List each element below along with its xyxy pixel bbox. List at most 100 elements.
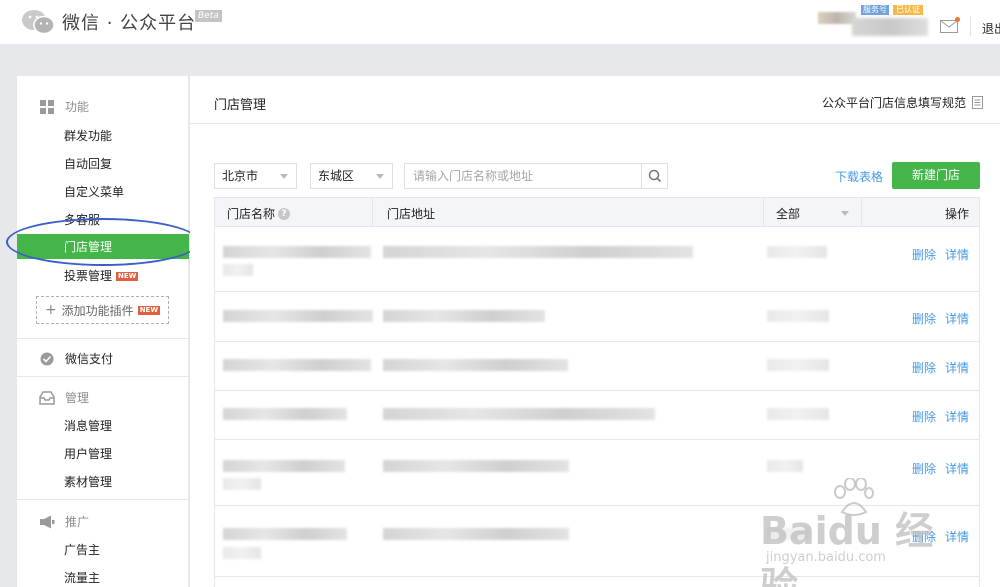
store-name-cell — [223, 460, 345, 472]
chevron-down-icon — [376, 174, 384, 179]
sidebar-item-advertiser[interactable]: 广告主 — [64, 541, 100, 558]
column-header-name: 门店名称 ? — [227, 205, 291, 222]
verified-badge: 已认证 — [893, 5, 923, 15]
sidebar-item-messages[interactable]: 消息管理 — [64, 417, 112, 434]
baidu-watermark: Baidu 经验 jingyan.baidu.com — [760, 478, 960, 587]
sidebar-item-materials[interactable]: 素材管理 — [64, 473, 112, 490]
table-row: 删除 详情 — [215, 228, 979, 292]
detail-link[interactable]: 详情 — [945, 408, 969, 425]
column-header-address: 门店地址 — [387, 207, 436, 221]
chevron-down-icon — [280, 174, 288, 179]
sidebar-item-auto-reply[interactable]: 自动回复 — [64, 155, 112, 172]
download-table-link[interactable]: 下载表格 — [835, 168, 883, 185]
detail-link[interactable]: 详情 — [945, 460, 969, 477]
megaphone-icon — [40, 515, 55, 528]
new-badge: NEW — [137, 305, 161, 315]
sidebar-item-label: 投票管理 — [64, 269, 113, 283]
check-circle-icon — [40, 352, 54, 365]
store-name-cell — [223, 478, 261, 490]
sidebar-item-users[interactable]: 用户管理 — [64, 445, 112, 462]
store-name-cell — [223, 528, 347, 540]
store-search — [404, 163, 668, 189]
detail-link[interactable]: 详情 — [945, 310, 969, 327]
unread-dot — [955, 17, 960, 22]
new-badge: NEW — [116, 272, 139, 281]
page-title: 门店管理 — [214, 98, 267, 113]
delete-link[interactable]: 删除 — [912, 408, 936, 425]
delete-link[interactable]: 删除 — [912, 246, 936, 263]
sidebar-item-publisher[interactable]: 流量主 — [64, 569, 100, 586]
title-divider — [190, 123, 1000, 124]
account-name[interactable] — [852, 18, 928, 36]
table-header: 门店名称 ? 门店地址 全部 操作 — [215, 198, 979, 227]
store-status-cell — [767, 408, 829, 420]
sidebar-item-custom-menu[interactable]: 自定义菜单 — [64, 183, 124, 200]
add-plugin-label: 添加功能插件 — [61, 303, 134, 318]
search-icon — [648, 169, 662, 183]
new-store-button[interactable]: 新建门店 — [892, 162, 980, 189]
menu-section-promote: 推广 — [39, 513, 89, 530]
account-type-badge: 服务号 — [861, 5, 889, 15]
detail-link[interactable]: 详情 — [945, 359, 969, 376]
store-name-cell — [223, 246, 371, 258]
chevron-down-icon — [841, 211, 849, 216]
store-address-cell — [383, 310, 545, 322]
watermark-brand: Baidu 经验 — [760, 509, 934, 587]
store-address-cell — [383, 460, 569, 472]
store-status-cell — [767, 310, 829, 322]
column-divider — [763, 198, 764, 227]
brand-title[interactable]: 微信 · 公众平台 — [62, 9, 196, 35]
store-status-cell — [767, 359, 829, 371]
store-address-cell — [383, 528, 569, 540]
logout-link[interactable]: 退出 — [982, 20, 1000, 37]
store-address-cell — [383, 359, 568, 371]
sidebar-item-wechat-pay[interactable]: 微信支付 — [39, 350, 113, 367]
spec-link-label: 公众平台门店信息填写规范 — [822, 96, 967, 110]
store-name-cell — [223, 408, 347, 420]
table-row: 删除 详情 — [215, 392, 979, 440]
add-plugin-button[interactable]: + 添加功能插件 NEW — [36, 296, 169, 324]
document-icon — [972, 96, 984, 109]
delete-link[interactable]: 删除 — [912, 359, 936, 376]
menu-section-label: 推广 — [65, 515, 90, 529]
header-divider — [970, 16, 971, 36]
watermark-url: jingyan.baidu.com — [766, 550, 886, 565]
column-divider — [372, 198, 373, 227]
spec-link[interactable]: 公众平台门店信息填写规范 — [822, 94, 984, 111]
column-header-status-filter[interactable]: 全部 — [776, 205, 800, 222]
wechat-logo-icon[interactable] — [20, 8, 56, 36]
grid-icon — [40, 99, 54, 114]
mail-icon[interactable] — [940, 20, 958, 33]
district-select-value: 东城区 — [318, 169, 355, 183]
sidebar-divider — [17, 376, 188, 377]
plus-icon: + — [44, 302, 57, 318]
help-icon[interactable]: ? — [278, 207, 291, 220]
menu-section-label: 微信支付 — [65, 352, 114, 366]
sidebar-divider — [17, 338, 188, 339]
sidebar: 功能 群发功能 自动回复 自定义菜单 多客服 投票管理 NEW + 添加功能插件 … — [17, 76, 189, 587]
menu-section-label: 管理 — [65, 391, 90, 405]
delete-link[interactable]: 删除 — [912, 460, 936, 477]
menu-section-label: 功能 — [65, 100, 90, 114]
column-label: 门店名称 — [227, 207, 276, 221]
store-name-cell — [223, 359, 371, 371]
top-bar: 微信 · 公众平台 Beta 服务号 已认证 退出 — [0, 0, 1000, 45]
store-name-cell — [223, 264, 253, 276]
store-name-cell — [223, 310, 373, 322]
detail-link[interactable]: 详情 — [945, 246, 969, 263]
menu-section-manage: 管理 — [39, 389, 89, 406]
column-divider — [861, 198, 862, 227]
column-header-actions: 操作 — [945, 207, 970, 221]
store-address-cell — [383, 246, 693, 258]
store-address-cell — [383, 408, 655, 420]
district-select[interactable]: 东城区 — [310, 163, 393, 189]
store-status-cell — [767, 246, 827, 258]
sidebar-item-vote[interactable]: 投票管理 NEW — [64, 267, 139, 284]
search-button[interactable] — [641, 164, 667, 188]
menu-section-function: 功能 — [39, 98, 89, 115]
sidebar-item-mass-send[interactable]: 群发功能 — [64, 127, 112, 144]
delete-link[interactable]: 删除 — [912, 310, 936, 327]
search-input[interactable] — [405, 164, 641, 188]
city-select[interactable]: 北京市 — [214, 163, 297, 189]
account-avatar[interactable] — [818, 12, 856, 24]
